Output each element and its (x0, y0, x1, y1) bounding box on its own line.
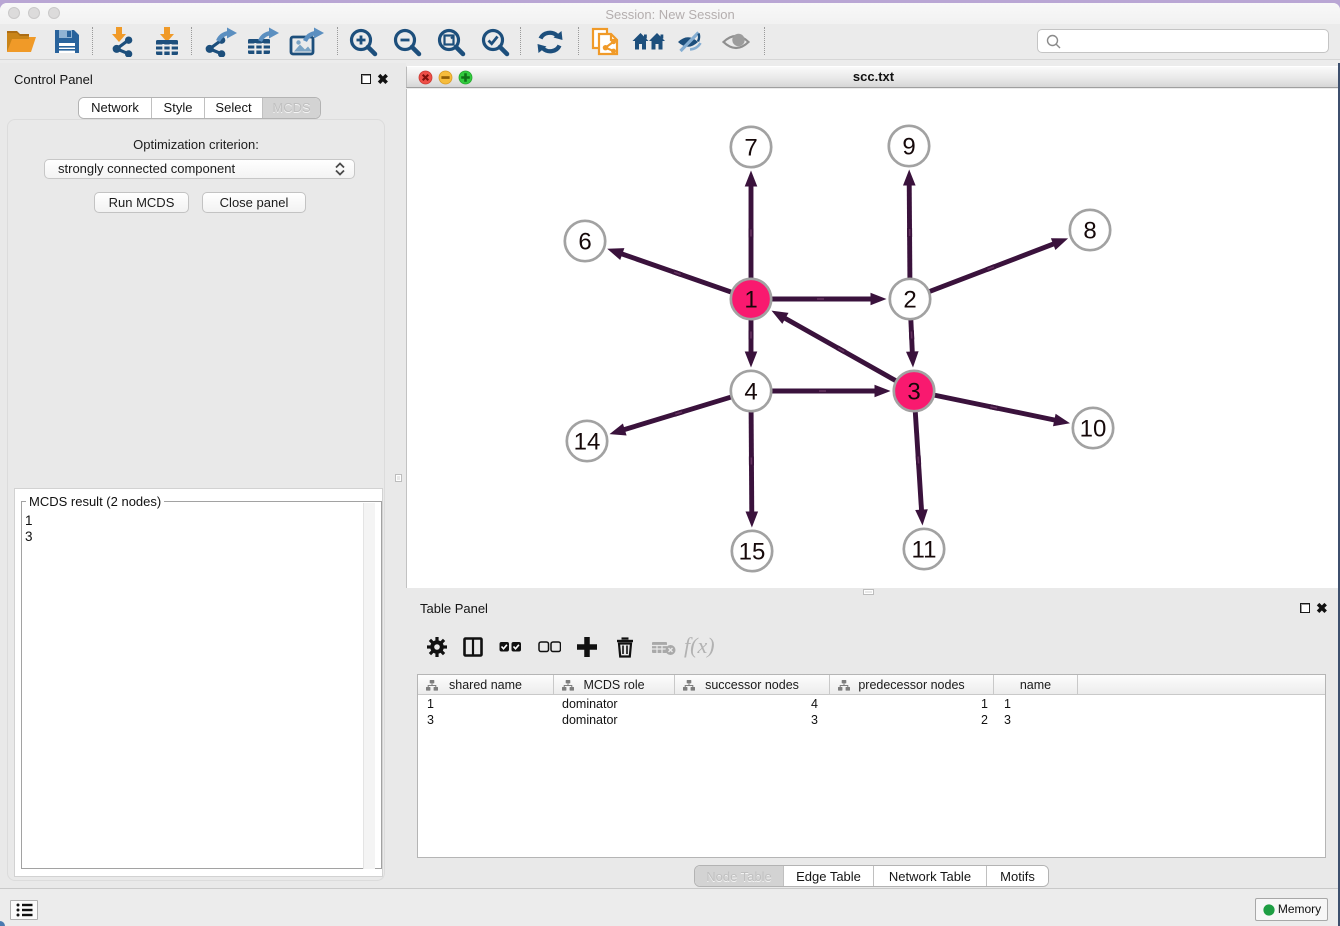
svg-text:1: 1 (744, 287, 757, 314)
svg-text:10: 10 (1080, 416, 1107, 443)
svg-text:4: 4 (744, 379, 757, 406)
svg-text:14: 14 (574, 429, 601, 456)
svg-text:15: 15 (739, 539, 766, 566)
svg-text:7: 7 (744, 135, 757, 162)
svg-text:9: 9 (902, 134, 915, 161)
svg-text:11: 11 (912, 537, 937, 564)
svg-text:6: 6 (578, 229, 591, 256)
svg-text:2: 2 (903, 287, 916, 314)
svg-text:3: 3 (907, 379, 920, 406)
svg-text:8: 8 (1083, 218, 1096, 245)
